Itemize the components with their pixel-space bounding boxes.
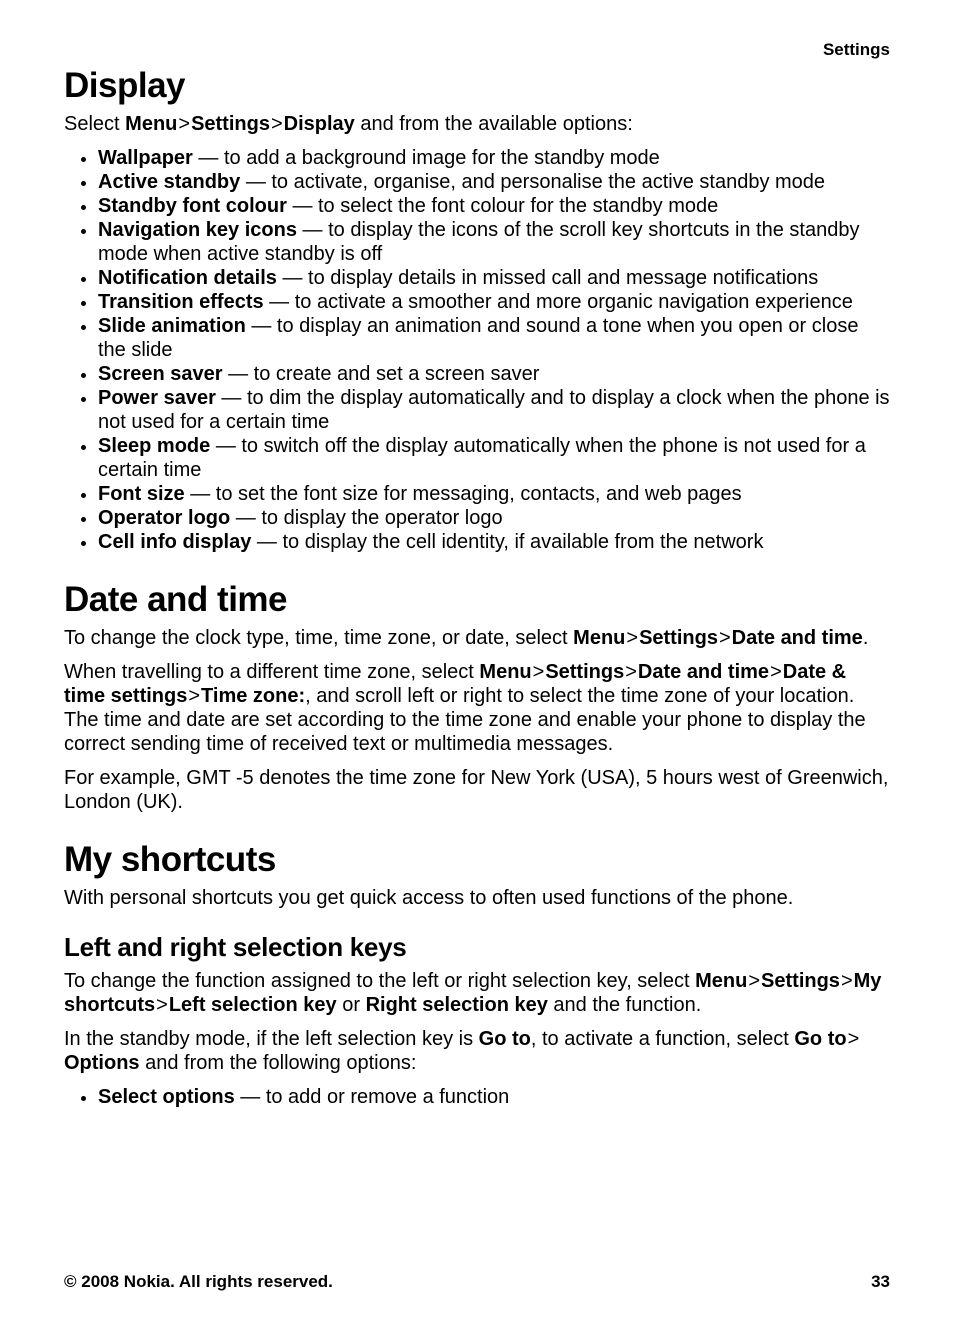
datetime-p2: When travelling to a different time zone… [64,660,890,756]
list-item: Wallpaper — to add a background image fo… [98,146,890,170]
footer-copyright: © 2008 Nokia. All rights reserved. [64,1272,333,1292]
list-item: Screen saver — to create and set a scree… [98,362,890,386]
footer-page-number: 33 [871,1272,890,1292]
list-item: Power saver — to dim the display automat… [98,386,890,434]
datetime-p1: To change the clock type, time, time zon… [64,626,890,650]
selection-keys-options-list: Select options — to add or remove a func… [64,1085,890,1109]
list-item: Notification details — to display detail… [98,266,890,290]
list-item: Cell info display — to display the cell … [98,530,890,554]
selection-keys-p1: To change the function assigned to the l… [64,969,890,1017]
display-intro: Select Menu > Settings > Display and fro… [64,112,890,136]
heading-display: Display [64,66,890,106]
shortcuts-intro: With personal shortcuts you get quick ac… [64,886,890,910]
selection-keys-p2: In the standby mode, if the left selecti… [64,1027,890,1075]
list-item: Navigation key icons — to display the ic… [98,218,890,266]
display-options-list: Wallpaper — to add a background image fo… [64,146,890,554]
list-item: Font size — to set the font size for mes… [98,482,890,506]
heading-my-shortcuts: My shortcuts [64,840,890,880]
list-item: Standby font colour — to select the font… [98,194,890,218]
subheading-selection-keys: Left and right selection keys [64,932,890,963]
document-page: Settings Display Select Menu > Settings … [0,0,954,1322]
list-item: Transition effects — to activate a smoot… [98,290,890,314]
list-item: Operator logo — to display the operator … [98,506,890,530]
list-item: Select options — to add or remove a func… [98,1085,890,1109]
header-section-label: Settings [823,40,890,60]
list-item: Slide animation — to display an animatio… [98,314,890,362]
heading-date-time: Date and time [64,580,890,620]
list-item: Active standby — to activate, organise, … [98,170,890,194]
page-footer: © 2008 Nokia. All rights reserved. 33 [64,1272,890,1292]
datetime-p3: For example, GMT -5 denotes the time zon… [64,766,890,814]
list-item: Sleep mode — to switch off the display a… [98,434,890,482]
